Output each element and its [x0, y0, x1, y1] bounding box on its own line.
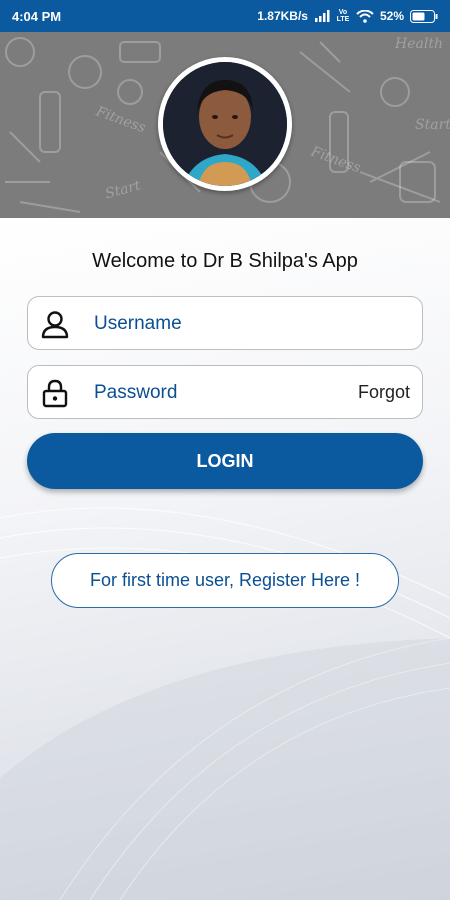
forgot-password-link[interactable]: Forgot	[358, 382, 410, 403]
signal-icon	[314, 10, 330, 22]
lock-icon	[42, 379, 68, 408]
battery-icon	[410, 9, 438, 23]
profile-photo-frame	[158, 57, 292, 191]
welcome-heading: Welcome to Dr B Shilpa's App	[92, 250, 358, 272]
user-icon	[41, 311, 69, 339]
battery-percent: 52%	[379, 9, 404, 23]
network-speed: 1.87KB/s	[257, 9, 308, 23]
status-icons: 1.87KB/s Vo LTE 52%	[257, 9, 438, 23]
lte-badge: Vo LTE	[336, 9, 350, 23]
header-banner: Health Fitness Start Fitness Start	[0, 32, 450, 218]
username-input[interactable]	[94, 309, 334, 339]
status-time: 4:04 PM	[12, 8, 62, 24]
password-input[interactable]	[94, 378, 334, 408]
password-field[interactable]: Forgot	[27, 365, 423, 419]
status-bar: 4:04 PM 1.87KB/s Vo LTE 52%	[0, 0, 450, 32]
login-button[interactable]: LOGIN	[27, 433, 423, 489]
person-portrait-icon	[163, 62, 287, 186]
wifi-icon	[356, 9, 374, 23]
username-field[interactable]	[27, 296, 423, 350]
profile-photo	[163, 62, 287, 186]
register-button[interactable]: For first time user, Register Here !	[51, 553, 399, 608]
